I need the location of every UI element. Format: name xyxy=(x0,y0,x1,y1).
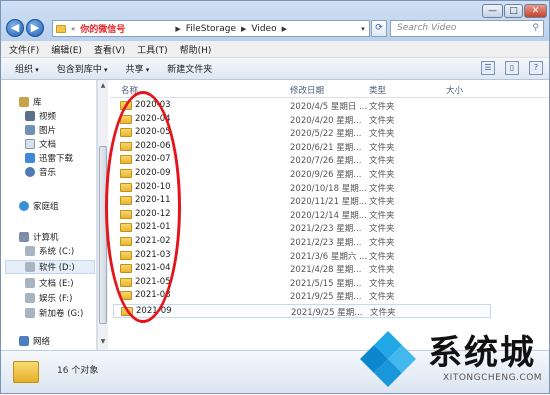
minimize-button[interactable]: — xyxy=(482,4,503,18)
table-row[interactable]: 2020-03 2020/4/5 星期日 ... 文件夹 xyxy=(113,99,491,113)
drive-icon xyxy=(25,308,35,318)
folder-icon xyxy=(13,361,39,383)
video-icon xyxy=(25,111,35,121)
command-bar: 组织 包含到库中 共享 新建文件夹 ☰ ▯ ? xyxy=(1,58,549,80)
breadcrumb-separator-icon[interactable]: ▶ xyxy=(282,25,287,33)
view-options-icon[interactable]: ☰ xyxy=(481,61,495,75)
drive-icon xyxy=(25,278,35,288)
search-icon: ⚲ xyxy=(532,23,539,33)
explorer-window: ◀ ▶ « 你的微信号 ▶ FileStorage ▶ Video ▶ ▾ ⟳ … xyxy=(0,0,550,394)
nav-item-music[interactable]: 音乐 xyxy=(25,166,56,178)
breadcrumb-separator-icon[interactable]: ▶ xyxy=(175,25,180,33)
preview-pane-icon[interactable]: ▯ xyxy=(505,61,519,75)
watermark-url: XITONGCHENG.COM xyxy=(443,373,543,383)
address-dropdown-icon[interactable]: ▾ xyxy=(357,25,369,33)
annotation-ellipse xyxy=(105,91,181,323)
folder-icon xyxy=(56,24,66,33)
breadcrumb-video[interactable]: Video xyxy=(251,24,276,34)
organize-button[interactable]: 组织 xyxy=(15,62,39,75)
menu-bar: 文件(F) 编辑(E) 查看(V) 工具(T) 帮助(H) xyxy=(1,41,549,58)
nav-drive-d[interactable]: 软件 (D:) xyxy=(25,261,75,273)
search-input[interactable]: Search Video ⚲ xyxy=(390,20,544,37)
refresh-button[interactable]: ⟳ xyxy=(371,20,387,37)
drive-icon xyxy=(25,246,35,256)
nav-drive-g[interactable]: 新加卷 (G:) xyxy=(25,307,83,319)
menu-view[interactable]: 查看(V) xyxy=(94,43,125,56)
nav-homegroup[interactable]: 家庭组 xyxy=(19,200,59,212)
breadcrumb-separator-icon[interactable]: ▶ xyxy=(241,25,246,33)
watermark: 系统城 XITONGCHENG.COM xyxy=(356,321,550,395)
item-count: 16 个对象 xyxy=(57,366,99,376)
nav-library[interactable]: 库 xyxy=(19,96,42,108)
table-row[interactable]: 2021-09 2021/9/25 星期... 文件夹 xyxy=(113,304,491,318)
music-icon xyxy=(25,167,35,177)
library-icon xyxy=(19,97,29,107)
network-icon xyxy=(19,336,29,346)
menu-help[interactable]: 帮助(H) xyxy=(180,43,212,56)
address-bar[interactable]: « 你的微信号 ▶ FileStorage ▶ Video ▶ ▾ xyxy=(52,20,370,37)
back-button[interactable]: ◀ xyxy=(6,19,24,37)
navigation-pane: 库 视频 图片 文档 迅雷下载 音乐 家庭组 计算机 系统 (C:) 软件 (D… xyxy=(1,80,97,350)
column-type[interactable]: 类型 xyxy=(369,84,386,96)
drive-icon xyxy=(25,293,35,303)
title-bar: ◀ ▶ « 你的微信号 ▶ FileStorage ▶ Video ▶ ▾ ⟳ … xyxy=(1,1,549,41)
drive-icon xyxy=(25,262,35,272)
share-button[interactable]: 共享 xyxy=(126,62,150,75)
nav-item-documents[interactable]: 文档 xyxy=(25,138,56,150)
nav-item-videos[interactable]: 视频 xyxy=(25,110,56,122)
breadcrumb-filestorage[interactable]: FileStorage xyxy=(186,24,236,34)
column-date[interactable]: 修改日期 xyxy=(290,84,324,96)
new-folder-button[interactable]: 新建文件夹 xyxy=(167,62,212,75)
computer-icon xyxy=(19,232,29,242)
document-icon xyxy=(25,139,35,149)
homegroup-icon xyxy=(19,201,29,211)
nav-drive-f[interactable]: 娱乐 (F:) xyxy=(25,292,72,304)
column-header-row: 名称 修改日期 类型 大小 xyxy=(110,80,549,98)
help-icon[interactable]: ? xyxy=(529,61,543,75)
nav-drive-c[interactable]: 系统 (C:) xyxy=(25,245,74,257)
nav-network[interactable]: 网络 xyxy=(19,335,50,347)
breadcrumb-wechat-id[interactable]: 你的微信号 xyxy=(80,22,125,35)
menu-edit[interactable]: 编辑(E) xyxy=(51,43,82,56)
forward-button[interactable]: ▶ xyxy=(26,19,44,37)
nav-drive-e[interactable]: 文档 (E:) xyxy=(25,277,74,289)
nav-item-pictures[interactable]: 图片 xyxy=(25,124,56,136)
menu-file[interactable]: 文件(F) xyxy=(9,43,39,56)
download-icon xyxy=(25,153,35,163)
watermark-logo-icon xyxy=(360,331,416,387)
picture-icon xyxy=(25,125,35,135)
watermark-text: 系统城 xyxy=(428,333,536,373)
maximize-button[interactable]: □ xyxy=(504,4,523,18)
menu-tools[interactable]: 工具(T) xyxy=(137,43,168,56)
scroll-up-icon[interactable]: ▲ xyxy=(99,82,107,92)
chevron-left-icon[interactable]: « xyxy=(71,25,75,33)
table-row[interactable]: 2021-08 2021/9/25 星期... 文件夹 xyxy=(113,289,491,303)
scroll-down-icon[interactable]: ▼ xyxy=(99,338,107,348)
column-size[interactable]: 大小 xyxy=(446,84,463,96)
nav-item-thunder-downloads[interactable]: 迅雷下载 xyxy=(25,152,73,164)
nav-computer[interactable]: 计算机 xyxy=(19,231,59,243)
include-in-library-button[interactable]: 包含到库中 xyxy=(57,62,108,75)
close-button[interactable]: ✕ xyxy=(524,4,547,18)
